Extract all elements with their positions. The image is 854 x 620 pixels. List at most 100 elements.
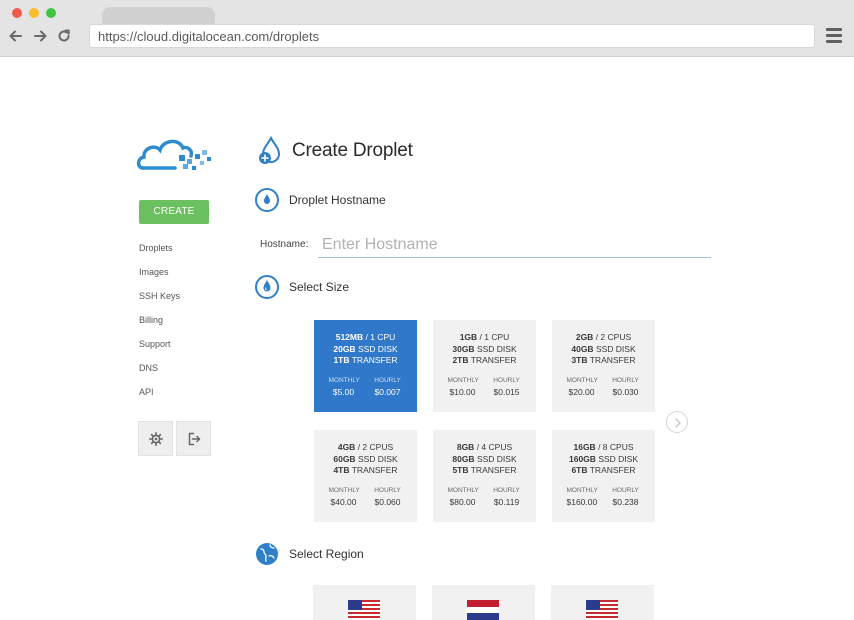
size-transfer-label: TRANSFER — [351, 465, 398, 475]
address-bar[interactable]: https://cloud.digitalocean.com/droplets — [89, 24, 815, 48]
droplet-plus-icon — [256, 135, 284, 166]
hourly-price: $0.119 — [493, 496, 520, 507]
browser-chrome: https://cloud.digitalocean.com/droplets — [0, 0, 854, 57]
forward-icon[interactable] — [31, 27, 49, 45]
hourly-price: $0.238 — [612, 496, 639, 507]
size-cpu: 1 CPU — [370, 332, 396, 342]
size-disk-label: SSD DISK — [598, 453, 638, 464]
hourly-label: HOURLY — [612, 486, 639, 494]
monthly-label: MONTHLY — [328, 486, 360, 494]
hostname-label: Hostname: — [260, 239, 309, 250]
size-option-card[interactable]: 4GB / 2 CPUS 60GB SSD DISK 4TB TRANSFER MON… — [314, 430, 417, 522]
chevron-right-icon — [675, 418, 681, 428]
back-icon[interactable] — [7, 27, 25, 45]
create-button[interactable]: CREATE — [139, 200, 209, 224]
size-option-card[interactable]: 1GB / 1 CPU 30GB SSD DISK 2TB TRANSFER MONT… — [433, 320, 536, 412]
hourly-price: $0.015 — [493, 386, 520, 397]
size-drops-icon — [255, 275, 279, 299]
size-transfer-label: TRANSFER — [589, 355, 636, 365]
sidebar-item-support[interactable]: Support — [139, 337, 180, 361]
monthly-label: MONTHLY — [566, 486, 598, 494]
size-option-card[interactable]: 512MB / 1 CPU 20GB SSD DISK 1TB TRANSFER MO… — [314, 320, 417, 412]
hourly-label: HOURLY — [493, 486, 520, 494]
size-transfer: 1TB — [333, 355, 350, 365]
size-disk-label: SSD DISK — [357, 453, 398, 464]
size-disk: 20GB — [333, 343, 356, 354]
digitalocean-logo[interactable] — [135, 130, 215, 178]
size-disk: 60GB — [333, 453, 356, 464]
logout-icon — [188, 432, 201, 446]
monthly-price: $80.00 — [449, 496, 476, 507]
hourly-label: HOURLY — [374, 486, 401, 494]
hourly-price: $0.060 — [374, 496, 401, 507]
region-card[interactable] — [432, 585, 535, 620]
size-memory: 4GB — [337, 442, 356, 452]
monthly-price: $160.00 — [566, 496, 598, 507]
monthly-price: $40.00 — [330, 496, 357, 507]
size-transfer-label: TRANSFER — [589, 465, 636, 475]
hourly-label: HOURLY — [493, 376, 520, 384]
sidebar-item-images[interactable]: Images — [139, 265, 180, 289]
section-title-size: Select Size — [289, 280, 350, 294]
sidebar-item-billing[interactable]: Billing — [139, 313, 180, 337]
window-close-button[interactable] — [12, 8, 22, 18]
size-memory: 512MB — [335, 332, 364, 342]
size-transfer-label: TRANSFER — [470, 465, 517, 475]
size-cpu: 2 CPUS — [600, 332, 632, 342]
hourly-label: HOURLY — [374, 376, 401, 384]
hourly-price: $0.007 — [374, 386, 401, 397]
size-transfer: 4TB — [333, 465, 350, 475]
hourly-price: $0.030 — [612, 386, 639, 397]
us-flag-icon — [348, 600, 380, 620]
size-transfer-label: TRANSFER — [470, 355, 517, 365]
size-transfer: 3TB — [571, 355, 588, 365]
size-cpu: 1 CPU — [484, 332, 510, 342]
size-disk: 40GB — [571, 343, 594, 354]
size-disk-label: SSD DISK — [476, 453, 517, 464]
sidebar-item-dns[interactable]: DNS — [139, 361, 180, 385]
size-option-card[interactable]: 16GB / 8 CPUS 160GB SSD DISK 6TB TRANSFER M… — [552, 430, 655, 522]
size-cpu: 2 CPUS — [362, 442, 394, 452]
size-memory: 2GB — [575, 332, 594, 342]
sidebar-item-droplets[interactable]: Droplets — [139, 241, 180, 265]
size-option-card[interactable]: 8GB / 4 CPUS 80GB SSD DISK 5TB TRANSFER MON… — [433, 430, 536, 522]
browser-tab[interactable] — [102, 7, 215, 24]
reload-icon[interactable] — [55, 27, 73, 45]
hamburger-menu-icon[interactable] — [826, 28, 842, 44]
monthly-label: MONTHLY — [328, 376, 360, 384]
size-disk-label: SSD DISK — [476, 343, 517, 354]
us-flag-icon — [586, 600, 618, 620]
monthly-price: $5.00 — [332, 386, 355, 397]
window-maximize-button[interactable] — [46, 8, 56, 18]
hostname-input[interactable] — [318, 232, 711, 258]
monthly-label: MONTHLY — [447, 376, 479, 384]
page-title: Create Droplet — [292, 140, 413, 161]
monthly-label: MONTHLY — [447, 486, 479, 494]
size-disk: 80GB — [452, 453, 475, 464]
globe-icon — [255, 542, 279, 566]
section-title-region: Select Region — [289, 547, 364, 561]
netherlands-flag-icon — [467, 600, 499, 620]
next-sizes-button[interactable] — [666, 411, 688, 433]
size-transfer: 2TB — [452, 355, 469, 365]
monthly-price: $20.00 — [568, 386, 595, 397]
size-memory: 1GB — [459, 332, 478, 342]
size-disk: 30GB — [452, 343, 475, 354]
size-disk: 160GB — [569, 453, 596, 464]
gear-icon — [149, 432, 163, 446]
size-transfer: 5TB — [452, 465, 469, 475]
size-memory: 16GB — [573, 442, 596, 452]
region-card[interactable] — [551, 585, 654, 620]
region-card[interactable] — [313, 585, 416, 620]
logout-button[interactable] — [176, 421, 211, 456]
monthly-price: $10.00 — [449, 386, 476, 397]
monthly-label: MONTHLY — [566, 376, 598, 384]
size-disk-label: SSD DISK — [357, 343, 398, 354]
size-option-card[interactable]: 2GB / 2 CPUS 40GB SSD DISK 3TB TRANSFER MON… — [552, 320, 655, 412]
hourly-label: HOURLY — [612, 376, 639, 384]
sidebar-item-api[interactable]: API — [139, 385, 180, 409]
size-cpu: 8 CPUS — [602, 442, 634, 452]
window-minimize-button[interactable] — [29, 8, 39, 18]
sidebar-item-ssh-keys[interactable]: SSH Keys — [139, 289, 180, 313]
settings-button[interactable] — [138, 421, 173, 456]
